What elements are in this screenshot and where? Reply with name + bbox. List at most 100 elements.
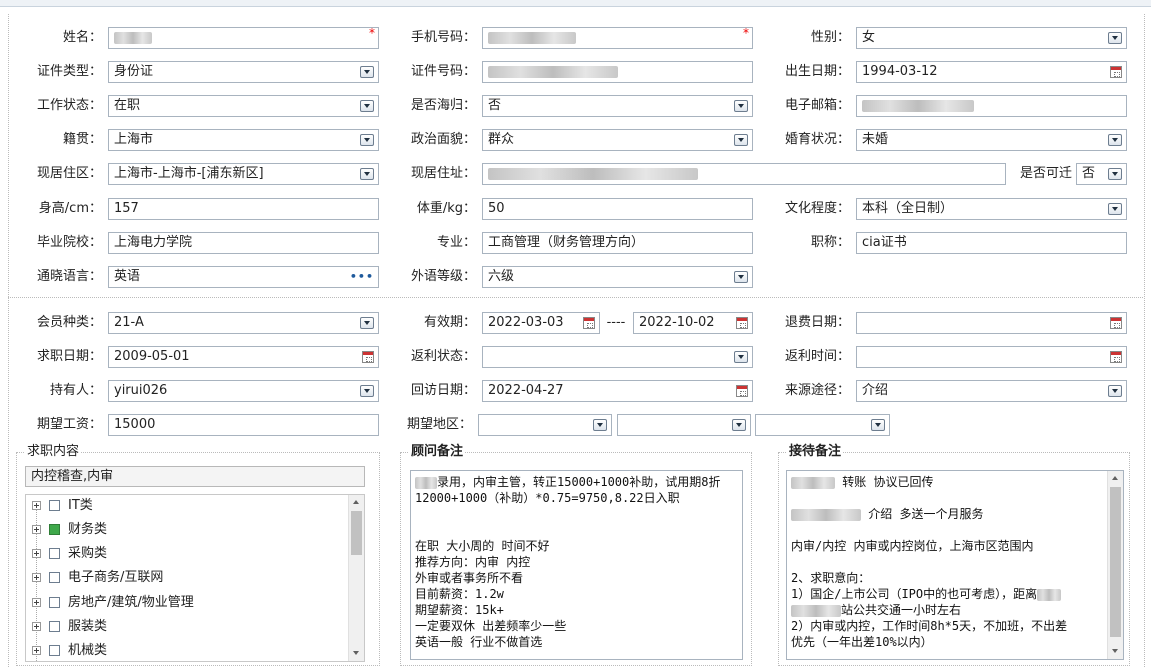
dropdown-arrow-icon[interactable] <box>1108 32 1122 44</box>
dropdown-arrow-icon[interactable] <box>360 134 374 146</box>
name-input[interactable]: * <box>108 27 379 49</box>
dropdown-arrow-icon[interactable] <box>734 100 748 112</box>
tree-item-finance[interactable]: 财务类 <box>32 519 107 541</box>
valid-from-input[interactable]: 2022-03-03 <box>482 312 600 334</box>
source-select[interactable]: 介绍 <box>856 380 1127 402</box>
tree-item-machinery[interactable]: 机械类 <box>32 640 108 661</box>
expected-area-province-select[interactable] <box>478 414 612 436</box>
holder-select[interactable]: yirui026 <box>108 380 379 402</box>
rebate-time-input[interactable] <box>856 346 1127 368</box>
education-select[interactable]: 本科（全日制） <box>856 198 1127 220</box>
calendar-icon[interactable] <box>736 385 748 397</box>
tree-item-apparel[interactable]: 服装类 <box>32 616 107 638</box>
school-input[interactable]: 上海电力学院 <box>108 232 379 254</box>
native-place-select[interactable]: 上海市 <box>108 129 379 151</box>
member-type-select[interactable]: 21-A <box>108 312 379 334</box>
dropdown-arrow-icon[interactable] <box>734 351 748 363</box>
birth-date-input[interactable]: 1994-03-12 <box>856 61 1127 83</box>
dropdown-arrow-icon[interactable] <box>1108 168 1122 180</box>
more-options-icon[interactable]: ••• <box>350 267 374 287</box>
tree-scrollbar[interactable] <box>348 495 364 661</box>
dropdown-arrow-icon[interactable] <box>360 317 374 329</box>
dropdown-arrow-icon[interactable] <box>1108 203 1122 215</box>
scroll-up-icon[interactable] <box>349 495 364 510</box>
title-input[interactable]: cia证书 <box>856 232 1127 254</box>
note-text: 1）国企/上市公司（IPO中的也可考虑），距离 <box>791 587 1038 601</box>
dropdown-arrow-icon[interactable] <box>1108 385 1122 397</box>
redacted-value <box>415 476 437 489</box>
job-category-tree[interactable]: IT类 财务类 采购类 电子商务/互联网 房地产/建筑/物业管理 服装类 机械类 <box>25 494 365 662</box>
marital-select[interactable]: 未婚 <box>856 129 1127 151</box>
expand-icon[interactable] <box>32 622 41 631</box>
scroll-down-icon[interactable] <box>1108 644 1123 659</box>
id-number-input[interactable] <box>482 61 753 83</box>
tree-item-it[interactable]: IT类 <box>32 495 93 517</box>
advisor-notes-textarea[interactable]: 录用，内审主管，转正15000+1000补助，试用期8折 12000+1000（… <box>410 470 743 660</box>
major-input[interactable]: 工商管理（财务管理方向） <box>482 232 753 254</box>
dropdown-arrow-icon[interactable] <box>734 271 748 283</box>
returnee-select[interactable]: 否 <box>482 95 753 117</box>
residence-area-select[interactable]: 上海市-上海市-[浦东新区] <box>108 163 379 185</box>
reception-notes-textarea[interactable]: 转账 协议已回传 介绍 多送一个月服务 内审/内控 内审或内控岗位，上海市区范围… <box>786 470 1124 660</box>
scroll-thumb[interactable] <box>1110 487 1121 637</box>
checkbox[interactable] <box>49 548 60 559</box>
dropdown-arrow-icon[interactable] <box>732 419 746 431</box>
scroll-thumb[interactable] <box>351 511 362 555</box>
expand-icon[interactable] <box>32 525 41 534</box>
notes-scrollbar[interactable] <box>1107 471 1123 659</box>
dropdown-arrow-icon[interactable] <box>734 134 748 146</box>
foreign-level-select[interactable]: 六级 <box>482 266 753 288</box>
job-date-input[interactable]: 2009-05-01 <box>108 346 379 368</box>
calendar-icon[interactable] <box>736 317 748 329</box>
dropdown-arrow-icon[interactable] <box>593 419 607 431</box>
gender-select[interactable]: 女 <box>856 27 1127 49</box>
rebate-status-select[interactable] <box>482 346 753 368</box>
expected-area-district-select[interactable] <box>755 414 890 436</box>
phone-input[interactable]: * <box>482 27 753 49</box>
visit-date-input[interactable]: 2022-04-27 <box>482 380 753 402</box>
valid-to-input[interactable]: 2022-10-02 <box>633 312 753 334</box>
expected-salary-input[interactable]: 15000 <box>108 414 379 436</box>
expected-area-city-select[interactable] <box>617 414 751 436</box>
checkbox[interactable] <box>49 500 60 511</box>
scroll-up-icon[interactable] <box>1108 471 1123 486</box>
checkbox-checked[interactable] <box>49 524 60 535</box>
scroll-down-icon[interactable] <box>349 646 364 661</box>
checkbox[interactable] <box>49 597 60 608</box>
calendar-icon[interactable] <box>1110 351 1122 363</box>
note-line: 2、求职意向： <box>791 571 871 585</box>
dropdown-arrow-icon[interactable] <box>871 419 885 431</box>
calendar-icon[interactable] <box>1110 317 1122 329</box>
calendar-icon[interactable] <box>362 351 374 363</box>
dropdown-arrow-icon[interactable] <box>1108 134 1122 146</box>
calendar-icon[interactable] <box>1110 66 1122 78</box>
dropdown-arrow-icon[interactable] <box>360 66 374 78</box>
tree-item-realestate[interactable]: 房地产/建筑/物业管理 <box>32 592 194 614</box>
political-select[interactable]: 群众 <box>482 129 753 151</box>
relocatable-select[interactable]: 否 <box>1076 163 1127 185</box>
height-input[interactable]: 157 <box>108 198 379 220</box>
work-status-select[interactable]: 在职 <box>108 95 379 117</box>
checkbox[interactable] <box>49 572 60 583</box>
id-type-select[interactable]: 身份证 <box>108 61 379 83</box>
email-input[interactable] <box>856 95 1127 117</box>
expand-icon[interactable] <box>32 501 41 510</box>
expand-icon[interactable] <box>32 646 41 655</box>
expand-icon[interactable] <box>32 598 41 607</box>
tree-item-purchase[interactable]: 采购类 <box>32 543 107 565</box>
expand-icon[interactable] <box>32 573 41 582</box>
dropdown-arrow-icon[interactable] <box>360 385 374 397</box>
weight-input[interactable]: 50 <box>482 198 753 220</box>
residence-address-input[interactable] <box>482 163 1006 185</box>
tree-item-label: 机械类 <box>68 643 108 658</box>
languages-input[interactable]: 英语 ••• <box>108 266 379 288</box>
calendar-icon[interactable] <box>583 317 595 329</box>
checkbox[interactable] <box>49 621 60 632</box>
dropdown-arrow-icon[interactable] <box>360 100 374 112</box>
dropdown-arrow-icon[interactable] <box>360 168 374 180</box>
tree-item-ecommerce[interactable]: 电子商务/互联网 <box>32 567 163 589</box>
checkbox[interactable] <box>49 645 60 656</box>
refund-date-input[interactable] <box>856 312 1127 334</box>
expand-icon[interactable] <box>32 549 41 558</box>
source-label: 来源途径： <box>784 383 850 398</box>
